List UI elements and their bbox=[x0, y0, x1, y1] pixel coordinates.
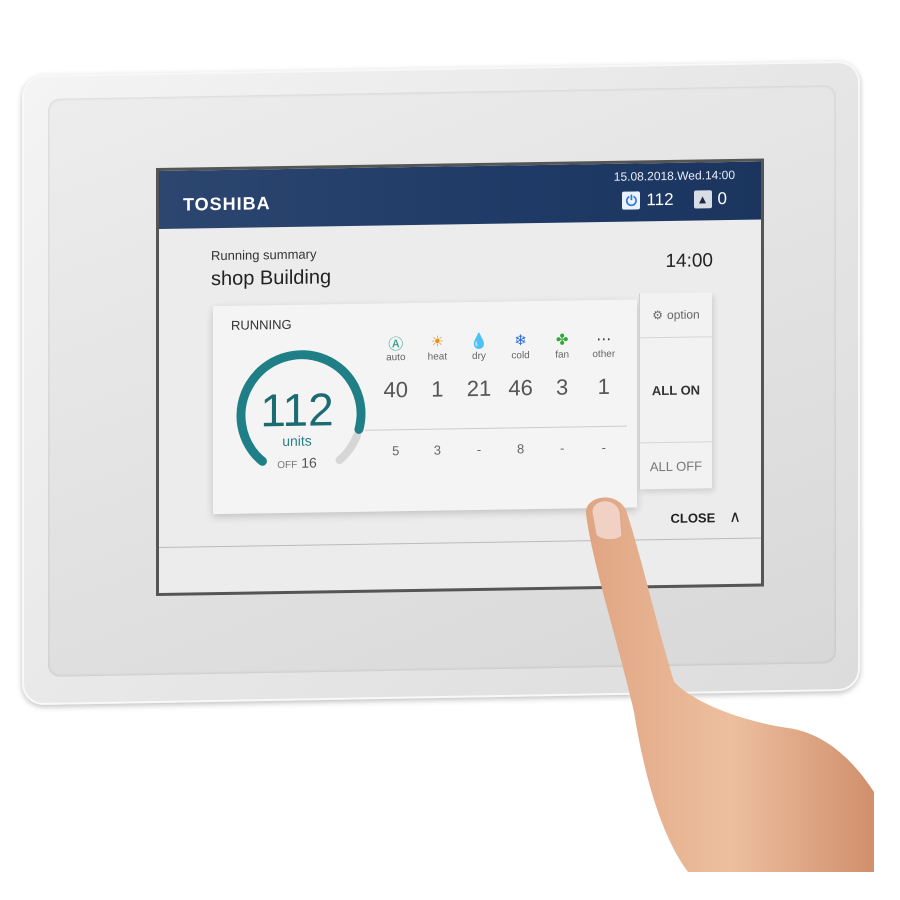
mode-label: cold bbox=[511, 350, 530, 362]
auto-icon: Ⓐ bbox=[388, 336, 404, 354]
status-label: RUNNING bbox=[231, 316, 292, 333]
mode-other[interactable]: ⋯ other 1 bbox=[583, 330, 625, 401]
mode-cold[interactable]: ❄ cold 46 bbox=[500, 331, 542, 402]
mode-label: dry bbox=[472, 350, 486, 363]
sub-count: 5 bbox=[392, 443, 400, 459]
mode-label: fan bbox=[555, 349, 570, 361]
hand-shape bbox=[585, 497, 874, 872]
units-label: units bbox=[282, 432, 312, 450]
page-title: shop Building bbox=[211, 266, 332, 291]
mode-label: other bbox=[592, 348, 616, 361]
mode-label: heat bbox=[427, 351, 448, 363]
option-label: option bbox=[667, 307, 700, 322]
sub-count: - bbox=[476, 441, 482, 457]
sub-count: - bbox=[560, 440, 565, 456]
power-icon[interactable]: ⏻ bbox=[622, 191, 641, 210]
off-label: OFF bbox=[277, 459, 298, 472]
more-icon: ⋯ bbox=[596, 330, 612, 349]
top-bar: TOSHIBA 15.08.2018.Wed.14:00 ⏻ 112 ▲ 0 bbox=[159, 161, 761, 229]
mode-auto[interactable]: Ⓐauto 40 bbox=[375, 333, 417, 404]
clock: 14:00 bbox=[665, 250, 713, 272]
mode-count: 3 bbox=[556, 374, 569, 400]
alarm-count: 0 bbox=[717, 189, 727, 209]
gear-icon: ⚙ bbox=[652, 308, 664, 323]
off-count: OFF 16 bbox=[235, 454, 359, 472]
mode-heat[interactable]: ☀ heat 1 bbox=[417, 332, 459, 403]
mode-count: 21 bbox=[466, 375, 492, 402]
snowflake-icon: ❄ bbox=[514, 332, 527, 350]
sub-count: 8 bbox=[516, 441, 525, 457]
option-button[interactable]: ⚙ option bbox=[640, 292, 712, 339]
mode-count: 1 bbox=[597, 373, 610, 400]
sun-icon: ☀ bbox=[430, 333, 445, 351]
mode-fan[interactable]: ✤ fan 3 bbox=[541, 330, 583, 401]
mode-label: auto bbox=[386, 352, 406, 364]
all-on-button[interactable]: ALL ON bbox=[640, 337, 712, 444]
sub-count: - bbox=[601, 439, 606, 456]
status-indicators: ⏻ 112 ▲ 0 bbox=[622, 189, 727, 211]
finger-image bbox=[585, 497, 874, 872]
divider bbox=[365, 425, 627, 431]
mode-list: Ⓐauto 40 ☀ heat 1 💧 dry 21 ❄ cold 46 ✤ fan 3 ⋯ oth… bbox=[375, 330, 625, 404]
brand-logo: TOSHIBA bbox=[183, 193, 271, 215]
action-column: ⚙ option ALL ON ALL OFF bbox=[639, 292, 712, 490]
mode-count: 40 bbox=[383, 377, 409, 403]
fan-icon: ✤ bbox=[555, 331, 569, 349]
off-value: 16 bbox=[301, 454, 317, 471]
mode-count: 1 bbox=[431, 376, 444, 402]
fingernail bbox=[591, 500, 623, 541]
mode-dry[interactable]: 💧 dry 21 bbox=[458, 332, 500, 403]
droplet-icon: 💧 bbox=[469, 332, 489, 351]
mode-count: 46 bbox=[508, 375, 533, 401]
datetime: 15.08.2018.Wed.14:00 bbox=[613, 167, 735, 184]
running-units-count: 112 bbox=[260, 383, 334, 437]
running-count: 112 bbox=[646, 189, 674, 210]
running-summary-panel: RUNNING 112 units OFF 16 Ⓐauto 40 ☀ heat 1 💧… bbox=[213, 299, 637, 515]
all-off-button[interactable]: ALL OFF bbox=[640, 442, 712, 489]
mode-sub-counts: 5 3 - 8 - - bbox=[375, 440, 625, 459]
page-subtitle: Running summary bbox=[211, 246, 317, 264]
warning-icon[interactable]: ▲ bbox=[693, 190, 712, 209]
sub-count: 3 bbox=[433, 442, 441, 458]
